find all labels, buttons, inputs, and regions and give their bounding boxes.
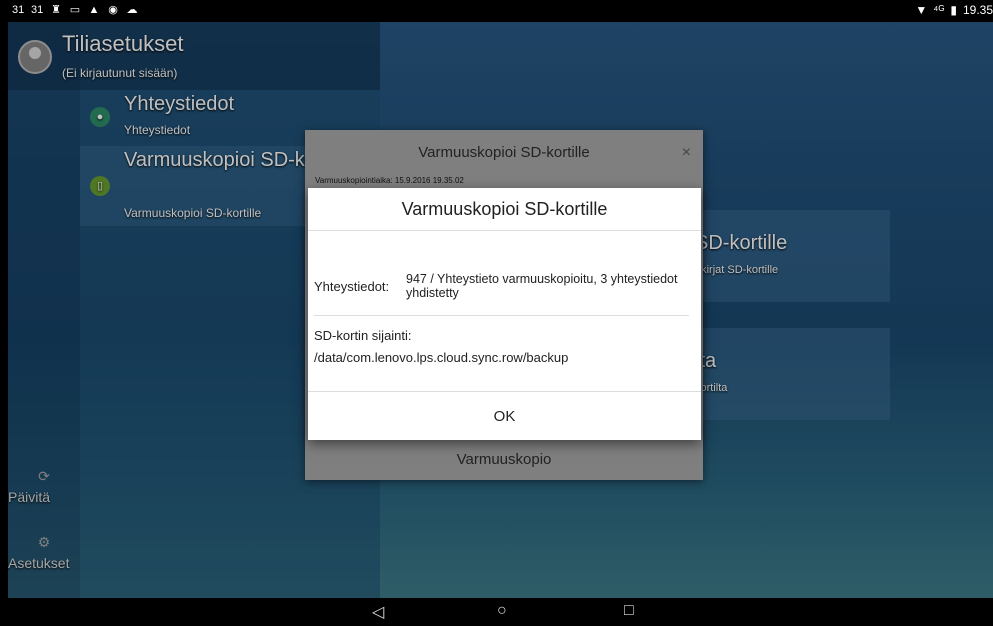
- warning-icon: ▲: [88, 4, 100, 16]
- clock: 19.35: [962, 3, 993, 17]
- backup-button[interactable]: Varmuuskopio: [305, 440, 703, 480]
- navigation-bar: ◁ ○ □: [8, 598, 993, 626]
- background-dialog-title: Varmuuskopioi SD-kortille: [418, 144, 590, 161]
- background-dialog-header: Varmuuskopioi SD-kortille ×: [305, 130, 703, 175]
- back-icon[interactable]: ◁: [372, 602, 384, 622]
- home-icon[interactable]: ○: [497, 602, 507, 620]
- cloud-icon: ☁: [126, 4, 138, 16]
- contacts-value: 947 / Yhteystieto varmuuskopioitu, 3 yht…: [406, 272, 678, 300]
- backup-time: Varmuuskopiointiaika: 15.9.2016 19.35.02: [315, 176, 464, 185]
- result-dialog: Varmuuskopioi SD-kortille Yhteystiedot: …: [308, 188, 701, 440]
- recents-icon[interactable]: □: [624, 602, 634, 620]
- ok-button[interactable]: OK: [308, 391, 701, 441]
- system-status: ▼ ⁴ᴳ ▮ 19.35: [915, 3, 993, 17]
- status-bar: 31 31 ♜ ▭ ▲ ◉ ☁ ▼ ⁴ᴳ ▮ 19.35: [8, 0, 993, 22]
- contacts-label: Yhteystiedot:: [314, 279, 390, 294]
- wifi-icon: ▼: [915, 3, 928, 17]
- close-icon[interactable]: ×: [682, 130, 691, 175]
- calendar-icon: 31: [12, 4, 25, 16]
- app-icon: ◉: [108, 4, 118, 16]
- contacts-row: Yhteystiedot: 947 / Yhteystieto varmuusk…: [314, 272, 689, 300]
- dialog-title: Varmuuskopioi SD-kortille: [308, 188, 701, 231]
- signal-icon: ⁴ᴳ: [933, 3, 945, 17]
- battery-icon: ▮: [950, 3, 957, 17]
- notification-icons: 31 31 ♜ ▭ ▲ ◉ ☁: [12, 4, 138, 16]
- divider: [314, 315, 689, 316]
- chess-icon: ♜: [51, 4, 61, 16]
- calendar-icon: 31: [31, 4, 44, 16]
- location-value: /data/com.lenovo.lps.cloud.sync.row/back…: [314, 350, 569, 365]
- screenshot-icon: ▭: [69, 4, 81, 16]
- location-label: SD-kortin sijainti:: [314, 328, 412, 343]
